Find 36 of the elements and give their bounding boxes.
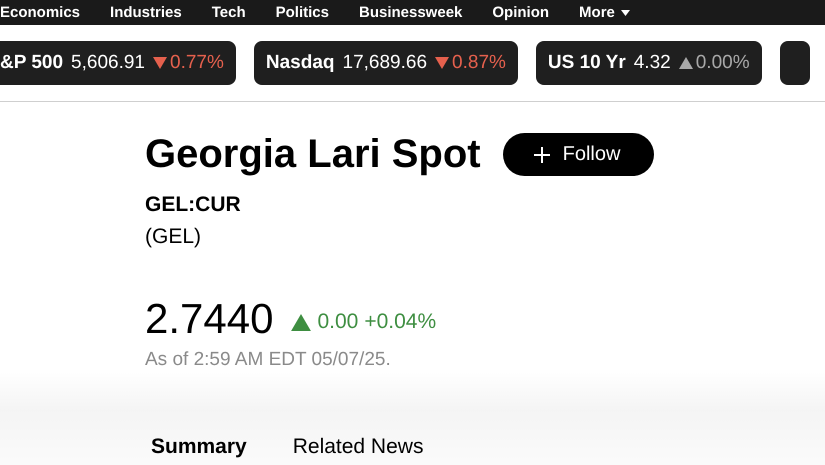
nav-link[interactable]: Businessweek xyxy=(358,4,462,21)
ticker-chip[interactable]: Nasdaq 17,689.66 0.87% xyxy=(254,41,518,85)
ticker-name: Nasdaq xyxy=(266,52,335,74)
ticker-chip[interactable]: &P 500 5,606.91 0.77% xyxy=(0,41,236,85)
ticker-value: 17,689.66 xyxy=(342,52,428,74)
plus-icon xyxy=(532,146,551,164)
tab[interactable]: Related News xyxy=(292,435,424,459)
nav-link[interactable]: Politics xyxy=(276,4,329,21)
ticker-value: 4.32 xyxy=(634,52,671,74)
price-change: 0.00 xyxy=(317,310,358,334)
ticker-change: 0.77% xyxy=(170,52,224,74)
timestamp: As of 2:59 AM EDT 05/07/25. xyxy=(145,349,392,371)
ticker-name: US 10 Yr xyxy=(548,52,626,74)
nav-link[interactable]: Opinion xyxy=(492,4,550,21)
up-triangle-icon xyxy=(678,57,693,69)
currency-code: (GEL) xyxy=(145,225,202,249)
ticker-change: 0.87% xyxy=(452,52,506,74)
down-triangle-icon xyxy=(153,57,167,69)
ticker-chip[interactable]: US 10 Yr 4.32 0.00% xyxy=(536,41,762,85)
follow-button[interactable]: Follow xyxy=(502,133,654,176)
page-title: Georgia Lari Spot xyxy=(145,132,481,177)
nav-link[interactable]: More xyxy=(579,4,615,21)
price: 2.7440 xyxy=(145,295,274,343)
percent-change: +0.04% xyxy=(364,310,436,334)
tab[interactable]: Summary xyxy=(151,435,247,459)
ticker-change: 0.00% xyxy=(696,52,750,74)
up-triangle-icon xyxy=(291,314,312,330)
nav-link[interactable]: Tech xyxy=(212,4,246,21)
nav-link[interactable]: Industries xyxy=(110,4,182,21)
ticker-name: &P 500 xyxy=(0,52,64,74)
nav-link[interactable]: Economics xyxy=(0,4,80,21)
ticker-value: 5,606.91 xyxy=(71,52,145,74)
ticker-symbol: GEL:CUR xyxy=(145,193,242,217)
ticker-chip[interactable] xyxy=(780,41,810,85)
caret-icon xyxy=(620,10,630,16)
down-triangle-icon xyxy=(435,57,450,69)
